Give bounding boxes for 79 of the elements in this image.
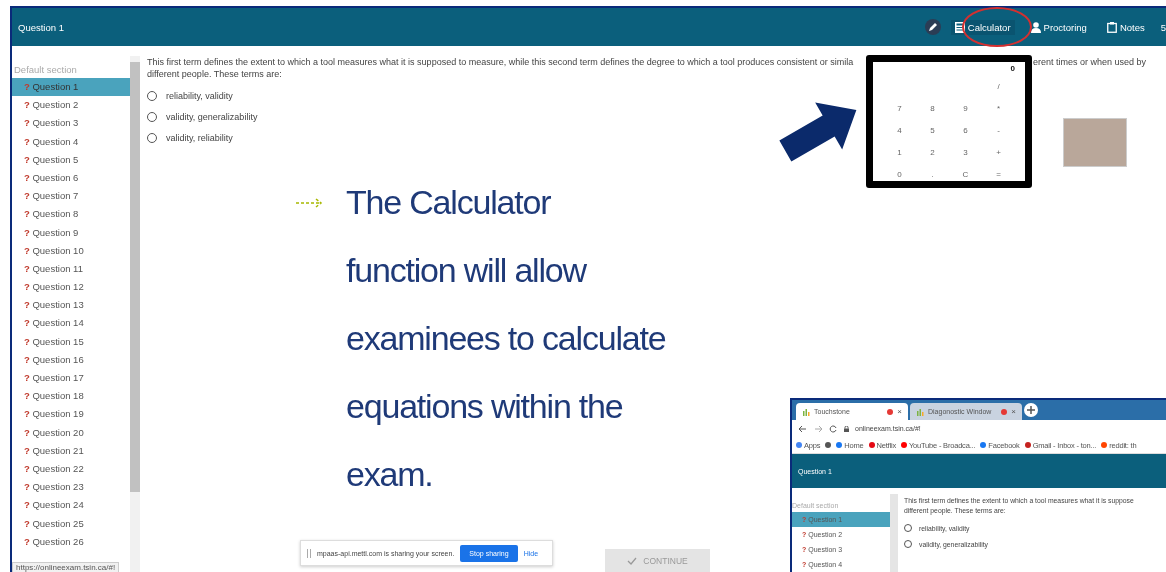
keypad-key[interactable]: 2 (916, 142, 949, 164)
question-text: different people. These terms are: (147, 68, 283, 80)
keypad-key[interactable]: + (982, 142, 1015, 164)
keypad-key[interactable]: = (982, 164, 1015, 186)
question-item[interactable]: ? Question 23 (12, 478, 130, 497)
question-item[interactable]: ? Question 26 (12, 532, 130, 551)
question-item[interactable]: ? Question 4 (12, 132, 130, 151)
lock-icon (844, 425, 849, 432)
section-label: Default section (13, 64, 78, 77)
callout-text: The Calculator function will allow examinees to calculate equations within the exam. (346, 182, 666, 495)
globe-icon[interactable] (825, 442, 832, 448)
question-item[interactable]: ? Question 10 (12, 241, 130, 260)
keypad-key[interactable]: C (949, 164, 982, 186)
video-placeholder (1063, 118, 1127, 167)
keypad-key[interactable]: 7 (883, 98, 916, 120)
keypad-key[interactable]: . (916, 164, 949, 186)
keypad-key[interactable]: 5 (916, 120, 949, 142)
question-item[interactable]: ? Question 5 (12, 150, 130, 169)
question-item[interactable]: ? Question 15 (12, 332, 130, 351)
question-item[interactable]: ? Question 7 (12, 187, 130, 206)
keypad-key[interactable]: 3 (949, 142, 982, 164)
question-item[interactable]: ? Question 13 (12, 296, 130, 315)
close-tab-button[interactable]: × (897, 407, 902, 416)
keypad-key[interactable]: 6 (949, 120, 982, 142)
question-item[interactable]: ? Question 25 (12, 514, 130, 533)
pen-icon[interactable] (924, 19, 941, 35)
keypad-key[interactable]: 4 (883, 120, 916, 142)
person-icon (1030, 21, 1041, 33)
close-tab-button[interactable]: × (1011, 407, 1016, 416)
question-item[interactable]: ? Question 8 (12, 205, 130, 224)
timer-text: 5 (1160, 21, 1166, 33)
check-icon (627, 557, 638, 565)
question-item[interactable]: ? Question 22 (12, 459, 130, 479)
scrollbar[interactable] (890, 494, 898, 572)
keypad-key[interactable]: / (982, 76, 1015, 98)
calculator-icon (954, 21, 965, 33)
calculator-display: 0 (1009, 64, 1015, 75)
question-title: Question 1 (18, 21, 64, 33)
question-item[interactable]: ? Question 12 (12, 278, 130, 297)
question-item[interactable]: ? Question 17 (12, 369, 130, 388)
question-item[interactable]: ? Question 24 (12, 496, 130, 515)
question-item[interactable]: ? Question 14 (12, 314, 130, 333)
keypad-key[interactable]: 9 (949, 98, 982, 120)
recording-icon (887, 408, 894, 415)
bar-chart-icon (916, 407, 924, 416)
scrollbar[interactable] (130, 56, 140, 572)
option-label: validity, reliability (166, 133, 233, 143)
keypad-key[interactable]: 0 (883, 164, 916, 186)
dashed-arrow-icon (296, 198, 324, 208)
question-item[interactable]: ? Question 2 (12, 96, 130, 115)
question-text: This first term defines the extent to which a tool measures what it is supposed to measure, while this second term defines the degree to which a tool produces consistent or simila (147, 56, 855, 68)
notes-button[interactable]: Notes (1102, 19, 1149, 35)
question-item[interactable]: ? Question 3 (12, 114, 130, 133)
question-item[interactable]: ? Question 6 (12, 168, 130, 188)
keypad-key[interactable]: - (982, 120, 1015, 142)
highlight-ellipse (962, 7, 1032, 47)
drag-handle-icon[interactable] (307, 548, 311, 558)
question-item[interactable]: ? Question 16 (12, 350, 130, 369)
question-text: erent times or when used by (1033, 56, 1147, 69)
question-item[interactable]: ? Question 19 (12, 405, 130, 424)
proctoring-button[interactable]: Proctoring (1026, 19, 1091, 35)
keypad-key[interactable]: 1 (883, 142, 916, 164)
keypad-key[interactable]: * (982, 98, 1015, 120)
question-item[interactable]: ? Question 9 (12, 223, 130, 242)
question-item[interactable]: ? Question 18 (12, 387, 130, 406)
question-item[interactable]: ? Question 21 (12, 441, 130, 460)
option-label: reliability, validity (166, 91, 233, 101)
clipboard-icon (1106, 21, 1117, 33)
question-item[interactable]: ? Question 11 (12, 259, 130, 279)
status-url: https://onlineexam.tsin.ca/#! (12, 562, 120, 572)
question-item[interactable]: ? Question 1 (12, 78, 130, 97)
calculator-button[interactable]: Calculator (950, 19, 1015, 35)
keypad-key[interactable]: 8 (916, 98, 949, 120)
bar-chart-icon (802, 407, 810, 416)
new-tab-icon[interactable] (1024, 403, 1038, 417)
navigation-icons[interactable] (798, 424, 838, 433)
question-item[interactable]: ? Question 20 (12, 423, 130, 442)
option-label: validity, generalizability (166, 112, 258, 122)
recording-icon (1001, 408, 1008, 415)
